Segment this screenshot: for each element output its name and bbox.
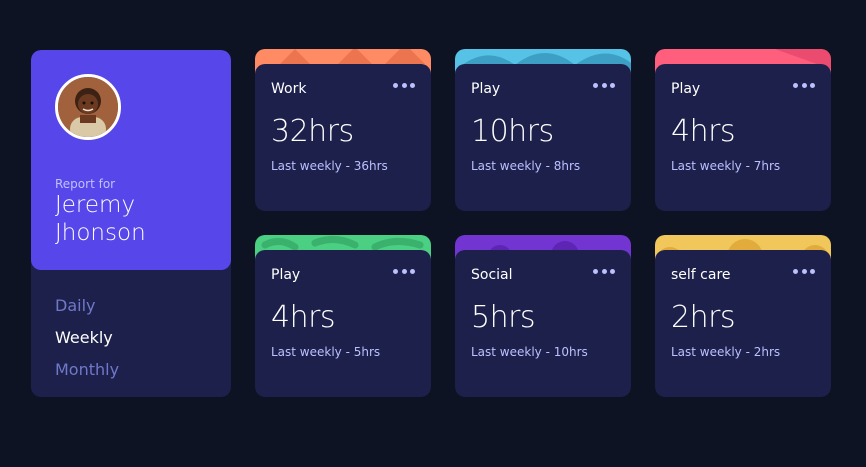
avatar-image bbox=[58, 77, 118, 137]
card-title: Social bbox=[471, 267, 513, 283]
ellipsis-icon[interactable] bbox=[793, 77, 815, 93]
period-weekly[interactable]: Weekly bbox=[55, 322, 119, 354]
report-for-label: Report for bbox=[55, 177, 116, 191]
ellipsis-icon[interactable] bbox=[593, 263, 615, 279]
card-hours: 10hrs bbox=[471, 114, 554, 149]
card-previous: Last weekly - 2hrs bbox=[671, 345, 781, 359]
card-title: Play bbox=[271, 267, 301, 283]
card-hours: 4hrs bbox=[271, 300, 336, 335]
ellipsis-icon[interactable] bbox=[393, 263, 415, 279]
card-previous: Last weekly - 10hrs bbox=[471, 345, 588, 359]
ellipsis-icon[interactable] bbox=[593, 77, 615, 93]
period-daily[interactable]: Daily bbox=[55, 290, 119, 322]
avatar bbox=[55, 74, 121, 140]
card-body: Play 4hrs Last weekly - 5hrs bbox=[255, 250, 431, 397]
period-monthly[interactable]: Monthly bbox=[55, 354, 119, 386]
card-body: Work 32hrs Last weekly - 36hrs bbox=[255, 64, 431, 211]
card-hours: 32hrs bbox=[271, 114, 354, 149]
card-hours: 5hrs bbox=[471, 300, 536, 335]
activity-card-play-3: Play 4hrs Last weekly - 5hrs bbox=[255, 235, 431, 397]
card-title: Play bbox=[471, 81, 501, 97]
user-name: Jeremy Jhonson bbox=[55, 192, 146, 246]
card-body: Social 5hrs Last weekly - 10hrs bbox=[455, 250, 631, 397]
card-body: Play 4hrs Last weekly - 7hrs bbox=[655, 64, 831, 211]
card-previous: Last weekly - 7hrs bbox=[671, 159, 781, 173]
period-selector: Daily Weekly Monthly bbox=[55, 290, 119, 386]
activity-card-social: Social 5hrs Last weekly - 10hrs bbox=[455, 235, 631, 397]
ellipsis-icon[interactable] bbox=[793, 263, 815, 279]
card-previous: Last weekly - 5hrs bbox=[271, 345, 381, 359]
activity-card-play-2: Play 4hrs Last weekly - 7hrs bbox=[655, 49, 831, 211]
activity-card-self-care: self care 2hrs Last weekly - 2hrs bbox=[655, 235, 831, 397]
card-title: Play bbox=[671, 81, 701, 97]
card-body: self care 2hrs Last weekly - 2hrs bbox=[655, 250, 831, 397]
card-previous: Last weekly - 8hrs bbox=[471, 159, 581, 173]
dashboard: Report for Jeremy Jhonson Daily Weekly M… bbox=[0, 0, 866, 467]
card-hours: 4hrs bbox=[671, 114, 736, 149]
card-hours: 2hrs bbox=[671, 300, 736, 335]
activity-card-work: Work 32hrs Last weekly - 36hrs bbox=[255, 49, 431, 211]
card-title: self care bbox=[671, 267, 731, 283]
ellipsis-icon[interactable] bbox=[393, 77, 415, 93]
card-title: Work bbox=[271, 81, 307, 97]
card-body: Play 10hrs Last weekly - 8hrs bbox=[455, 64, 631, 211]
card-previous: Last weekly - 36hrs bbox=[271, 159, 388, 173]
profile-header: Report for Jeremy Jhonson bbox=[31, 50, 231, 270]
profile-card: Report for Jeremy Jhonson Daily Weekly M… bbox=[31, 50, 231, 397]
activity-card-play: Play 10hrs Last weekly - 8hrs bbox=[455, 49, 631, 211]
